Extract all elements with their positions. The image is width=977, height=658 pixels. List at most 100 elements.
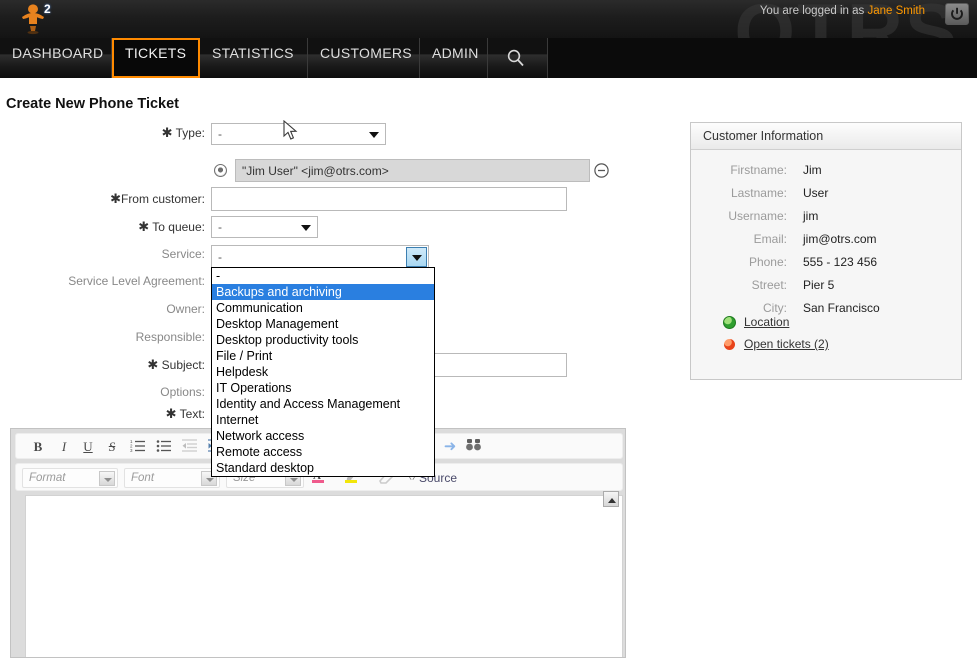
notification-count-badge: 2 xyxy=(44,2,51,16)
type-select-value: - xyxy=(218,127,222,141)
label-type-text: Type: xyxy=(176,126,205,140)
nav-item-search[interactable] xyxy=(488,38,548,78)
label-text: ✱ Text: xyxy=(60,406,205,422)
nav-item-statistics-label: STATISTICS xyxy=(212,45,294,61)
label-subject-text: Subject: xyxy=(162,358,205,372)
customer-email-label: Email: xyxy=(691,232,787,246)
svg-text:3: 3 xyxy=(130,448,133,452)
format-select[interactable]: Format xyxy=(22,468,118,488)
nav-item-customers[interactable]: CUSTOMERS xyxy=(308,38,420,78)
selected-customer-field[interactable]: "Jim User" <jim@otrs.com> xyxy=(235,159,590,182)
login-info: You are logged in as Jane Smith xyxy=(760,5,925,17)
service-options-list[interactable]: - Backups and archiving Communication De… xyxy=(211,267,435,477)
customer-lastname-value: User xyxy=(803,186,828,200)
service-option[interactable]: Helpdesk xyxy=(212,364,434,380)
from-customer-input[interactable] xyxy=(211,187,567,211)
customer-information-title: Customer Information xyxy=(703,129,823,143)
service-option[interactable]: Identity and Access Management xyxy=(212,396,434,412)
service-option[interactable]: Internet xyxy=(212,412,434,428)
to-queue-select[interactable]: - xyxy=(211,216,318,238)
editor-body[interactable] xyxy=(25,495,623,657)
customer-phone-value: 555 - 123 456 xyxy=(803,255,877,269)
minus-circle-icon xyxy=(594,163,609,178)
service-option[interactable]: Backups and archiving xyxy=(212,284,434,300)
customer-phone-label: Phone: xyxy=(691,255,787,269)
search-icon xyxy=(506,48,526,68)
nav-item-admin-label: ADMIN xyxy=(432,45,479,61)
label-to-queue: ✱ To queue: xyxy=(60,219,205,235)
service-option[interactable]: Remote access xyxy=(212,444,434,460)
italic-icon[interactable]: I xyxy=(54,438,74,456)
service-option[interactable]: Network access xyxy=(212,428,434,444)
required-star: ✱ xyxy=(138,219,149,234)
orange-dot-icon xyxy=(724,339,735,350)
nav-item-tickets-label: TICKETS xyxy=(125,45,186,61)
customer-city-value: San Francisco xyxy=(803,301,880,315)
service-select-value: - xyxy=(218,250,222,264)
customer-username-label: Username: xyxy=(691,209,787,223)
font-select-label: Font xyxy=(131,472,154,484)
underline-icon[interactable]: U xyxy=(78,438,98,456)
nav-item-customers-label: CUSTOMERS xyxy=(320,45,412,61)
otrs-logo[interactable]: 2 xyxy=(18,2,78,38)
nav-item-admin[interactable]: ADMIN xyxy=(420,38,488,78)
service-select[interactable]: - xyxy=(211,245,429,269)
to-queue-select-value: - xyxy=(218,220,222,234)
customer-firstname-label: Firstname: xyxy=(691,163,787,177)
nav-item-tickets[interactable]: TICKETS xyxy=(112,38,200,78)
service-select-toggle[interactable] xyxy=(406,247,427,267)
service-option[interactable]: File / Print xyxy=(212,348,434,364)
nav-item-statistics[interactable]: STATISTICS xyxy=(200,38,308,78)
nav-item-dashboard-label: DASHBOARD xyxy=(12,45,103,61)
login-prefix: You are logged in as xyxy=(760,5,864,17)
app-header: OTRS 2 You are logged in as Jane Smith xyxy=(0,0,977,38)
customer-street-value: Pier 5 xyxy=(803,278,834,292)
service-option[interactable]: - xyxy=(212,268,434,284)
remove-customer-button[interactable] xyxy=(594,163,609,178)
find-replace-icon[interactable] xyxy=(464,438,484,456)
label-to-queue-text: To queue: xyxy=(152,220,205,234)
redo-icon[interactable]: ➜ xyxy=(440,438,460,456)
chevron-down-icon xyxy=(301,225,311,231)
label-text-text: Text: xyxy=(180,407,205,421)
label-subject: ✱ Subject: xyxy=(60,357,205,373)
service-option[interactable]: IT Operations xyxy=(212,380,434,396)
format-select-label: Format xyxy=(29,472,65,484)
chevron-down-icon xyxy=(99,471,115,486)
strikethrough-icon[interactable]: S xyxy=(102,438,122,456)
customer-lastname-label: Lastname: xyxy=(691,186,787,200)
font-select[interactable]: Font xyxy=(124,468,220,488)
service-option[interactable]: Desktop productivity tools xyxy=(212,332,434,348)
customer-firstname-value: Jim xyxy=(803,163,822,177)
power-icon xyxy=(950,7,964,21)
label-from-customer-text: From customer: xyxy=(121,192,205,206)
globe-icon xyxy=(723,316,736,329)
page-title: Create New Phone Ticket xyxy=(6,96,179,112)
service-option[interactable]: Standard desktop xyxy=(212,460,434,476)
service-option[interactable]: Communication xyxy=(212,300,434,316)
outdent-icon[interactable] xyxy=(180,438,200,456)
open-tickets-link[interactable]: Open tickets (2) xyxy=(744,337,829,351)
customer-radio[interactable] xyxy=(214,164,227,177)
label-service: Service: xyxy=(60,247,205,261)
label-sla: Service Level Agreement: xyxy=(30,274,205,288)
label-owner: Owner: xyxy=(60,302,205,316)
service-option[interactable]: Desktop Management xyxy=(212,316,434,332)
customer-email-value: jim@otrs.com xyxy=(803,232,877,246)
required-star: ✱ xyxy=(110,191,121,206)
customer-street-label: Street: xyxy=(691,278,787,292)
required-star: ✱ xyxy=(162,125,173,140)
customer-information-header: Customer Information xyxy=(691,123,961,150)
label-responsible: Responsible: xyxy=(60,330,205,344)
label-options: Options: xyxy=(60,385,205,399)
logout-button[interactable] xyxy=(945,3,969,25)
bold-icon[interactable]: B xyxy=(28,438,48,456)
chevron-down-icon xyxy=(412,255,422,261)
editor-scroll-up-button[interactable] xyxy=(603,491,619,507)
type-select[interactable]: - xyxy=(211,123,386,145)
location-link[interactable]: Location xyxy=(744,315,789,329)
bullet-list-icon[interactable] xyxy=(154,438,174,456)
customer-city-label: City: xyxy=(691,301,787,315)
numbered-list-icon[interactable]: 123 xyxy=(128,438,148,456)
nav-item-dashboard[interactable]: DASHBOARD xyxy=(0,38,112,78)
